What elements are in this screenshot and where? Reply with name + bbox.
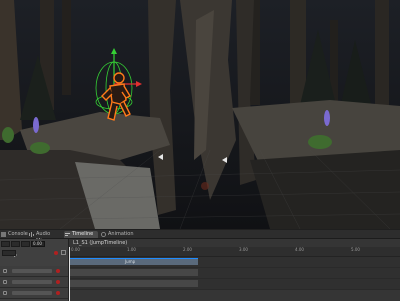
preview-button[interactable] (1, 241, 10, 247)
track-name-field[interactable] (12, 291, 52, 295)
ruler-label: 3.00 (239, 247, 248, 252)
tab-audio-mixer[interactable]: Audio Mixer (28, 231, 64, 244)
play-button[interactable] (11, 241, 20, 257)
record-icon[interactable] (56, 280, 60, 284)
scene-render (0, 0, 400, 229)
console-icon (1, 232, 6, 237)
track-clip[interactable] (70, 280, 198, 287)
panel-tab-bar: Console Audio Mixer Timeline Animation (0, 230, 400, 244)
tab-label: Console (8, 231, 28, 237)
lock-icon[interactable] (3, 269, 7, 273)
next-frame-button[interactable] (21, 241, 30, 247)
ruler-label: 0.00 (71, 247, 80, 252)
ruler-label: 1.00 (127, 247, 136, 252)
timeline-title: L1_S1 (JumpTimeline) (73, 240, 128, 246)
clip-label: Jump (125, 259, 136, 264)
lock-icon[interactable] (3, 280, 7, 284)
scene-viewport[interactable] (0, 0, 400, 229)
track-header[interactable] (0, 288, 68, 299)
timeline-panel: Console Audio Mixer Timeline Animation 0… (0, 229, 400, 301)
timeline-icon (65, 233, 70, 236)
track-header[interactable] (0, 266, 68, 277)
lock-icon[interactable] (3, 291, 7, 295)
animation-clip[interactable]: Jump (70, 258, 198, 265)
playhead[interactable] (69, 247, 70, 301)
tab-animation[interactable]: Animation (100, 231, 140, 238)
timeline-track[interactable] (69, 279, 400, 290)
timeline-area[interactable]: L1_S1 (JumpTimeline) 0.00 1.00 2.00 3.00… (69, 239, 400, 301)
animation-icon (101, 232, 106, 237)
tab-label: Timeline (72, 231, 94, 237)
track-toolbar (0, 249, 68, 257)
track-header[interactable] (0, 277, 68, 288)
tab-timeline[interactable]: Timeline (64, 231, 98, 238)
record-icon[interactable] (56, 291, 60, 295)
record-icon[interactable] (56, 269, 60, 273)
record-icon[interactable] (54, 251, 58, 255)
audio-mixer-icon (29, 232, 34, 237)
add-track-button[interactable] (2, 250, 16, 256)
current-frame-field[interactable]: 0.00 (31, 241, 45, 247)
timeline-track[interactable]: Jump (69, 257, 400, 268)
tab-console[interactable]: Console (0, 231, 28, 238)
track-name-field[interactable] (12, 280, 52, 284)
track-clip[interactable] (70, 269, 198, 276)
settings-icon[interactable] (61, 250, 66, 255)
tab-label: Animation (108, 231, 134, 237)
ruler-label: 4.00 (295, 247, 304, 252)
character-selection[interactable] (86, 44, 146, 136)
track-name-field[interactable] (12, 269, 52, 273)
time-ruler[interactable]: 0.00 1.00 2.00 3.00 4.00 5.00 (69, 247, 400, 257)
timeline-track[interactable] (69, 268, 400, 279)
ruler-label: 2.00 (183, 247, 192, 252)
ruler-label: 5.00 (351, 247, 360, 252)
playback-controls: 0.00 (0, 239, 69, 301)
